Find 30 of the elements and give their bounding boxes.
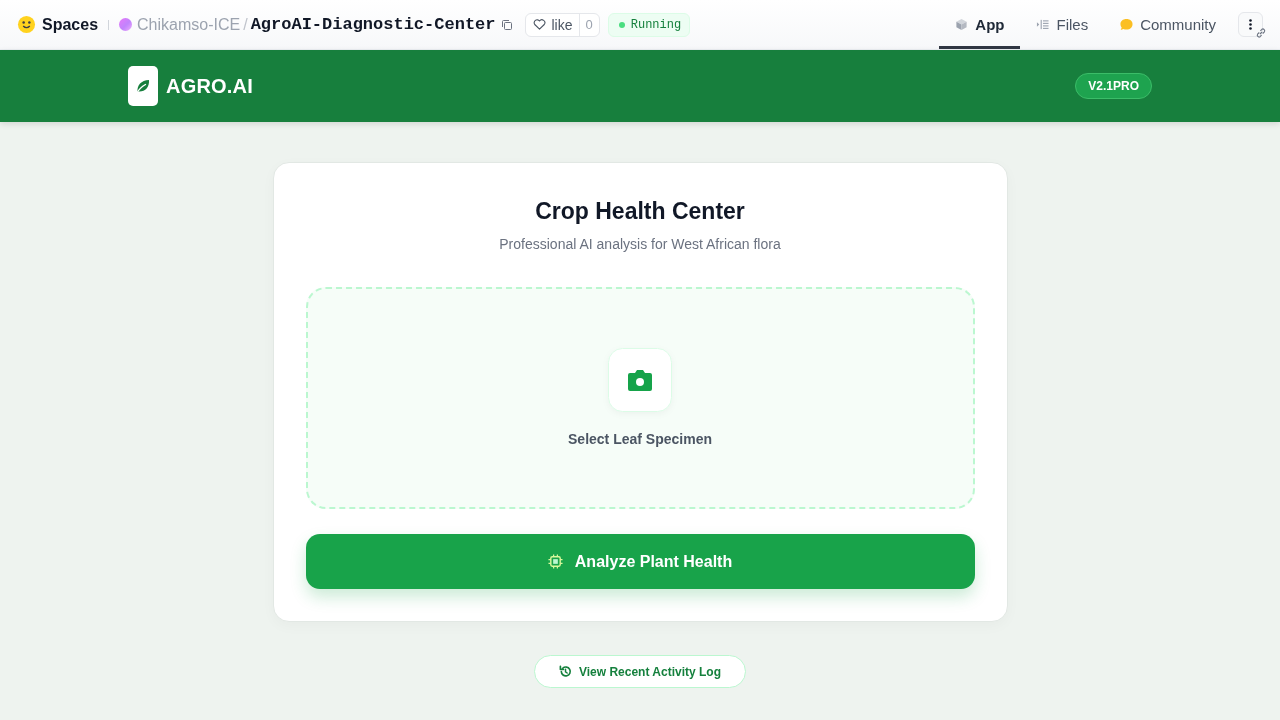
- activity-log-button[interactable]: View Recent Activity Log: [533, 655, 746, 688]
- status-text: Running: [630, 17, 682, 32]
- upload-label: Select Leaf Specimen: [568, 429, 712, 449]
- more-icon: [1249, 19, 1252, 30]
- history-icon: [558, 665, 572, 678]
- link-icon: [1255, 27, 1267, 39]
- heart-icon: [533, 19, 547, 30]
- spaces-link[interactable]: Spaces: [42, 15, 99, 34]
- logo-text: AGRO.AI: [166, 74, 253, 98]
- copy-icon[interactable]: [501, 18, 514, 31]
- smiley-face-icon: [17, 15, 36, 34]
- cube-icon: [955, 18, 969, 31]
- nav-tab[interactable]: Files: [1020, 0, 1105, 49]
- status-dot: [618, 21, 625, 28]
- version-badge: V2.1PRO: [1075, 73, 1152, 99]
- chip-icon: [547, 554, 563, 569]
- camera-icon: [608, 347, 672, 412]
- upload-dropzone[interactable]: Select Leaf Specimen: [305, 287, 975, 509]
- space-name-link[interactable]: AgroAI-Diagnostic-Center: [250, 15, 496, 34]
- more-button[interactable]: [1238, 12, 1263, 37]
- avatar-circle: [119, 18, 133, 31]
- like-count: 0: [578, 13, 599, 36]
- file-list-icon: [1036, 18, 1050, 31]
- card-subtitle: Professional AI analysis for West African flora: [499, 235, 781, 254]
- nav-tab[interactable]: Community: [1104, 0, 1232, 49]
- chat-bubble-icon: [1120, 18, 1134, 31]
- like-button[interactable]: like 0: [525, 12, 600, 37]
- card-title: Crop Health Center: [535, 197, 745, 226]
- path-separator: /: [243, 15, 248, 34]
- leaf-icon: [128, 66, 158, 106]
